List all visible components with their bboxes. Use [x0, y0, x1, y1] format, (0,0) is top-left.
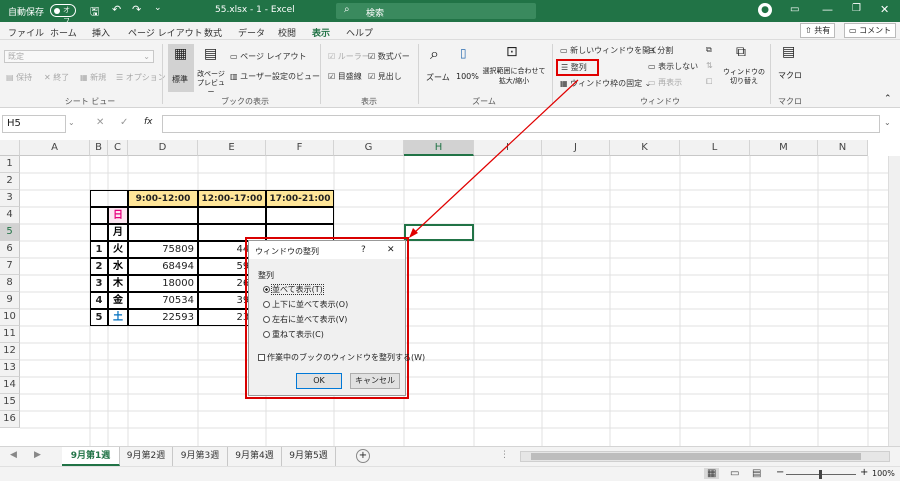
annotation-arrow — [409, 79, 579, 238]
